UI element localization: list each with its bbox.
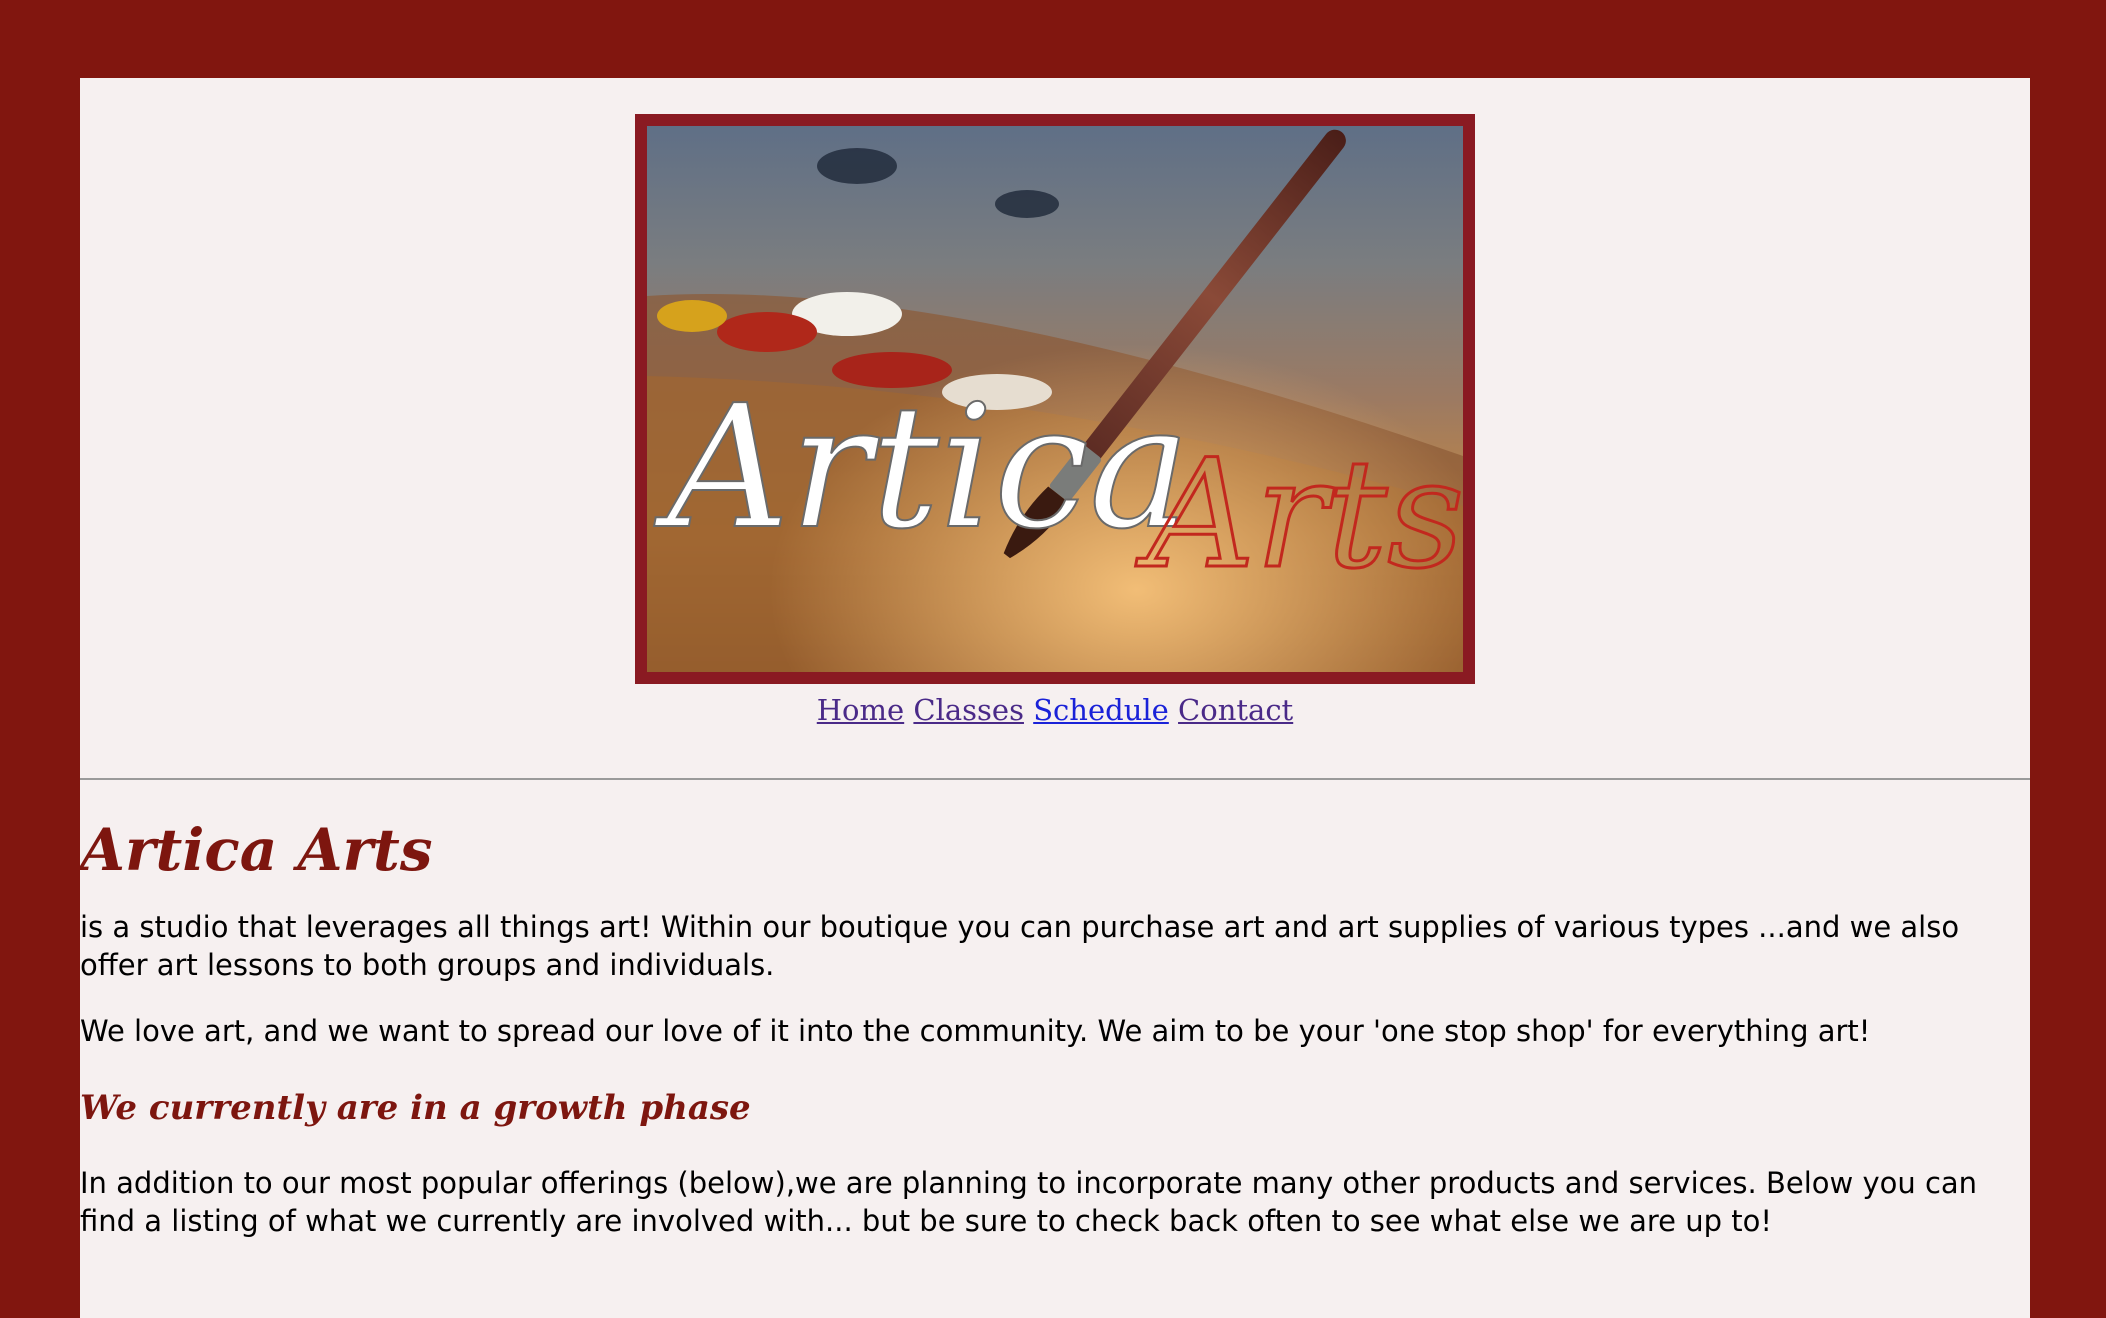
nav-link-contact[interactable]: Contact (1178, 693, 1293, 727)
nav-link-classes[interactable]: Classes (913, 693, 1024, 727)
mission-paragraph: We love art, and we want to spread our l… (80, 1014, 1871, 1048)
main-navigation: Home Classes Schedule Contact (80, 692, 2030, 728)
site-header: Artica Arts Home Classes Schedule Contac… (80, 78, 2030, 728)
page-title: Artica Arts (80, 816, 433, 884)
banner-image: Artica Arts (635, 114, 1475, 684)
intro-paragraph: is a studio that leverages all things ar… (80, 910, 1960, 982)
banner-logo-word-2: Arts (1135, 428, 1463, 602)
palette-paintbrush-image: Artica Arts (647, 126, 1463, 672)
growth-paragraph: In addition to our most popular offering… (80, 1166, 1978, 1238)
nav-link-schedule[interactable]: Schedule (1033, 693, 1169, 727)
header-divider (80, 778, 2030, 780)
page-content: Artica Arts Home Classes Schedule Contac… (80, 78, 2030, 1318)
growth-heading: We currently are in a growth phase (80, 1088, 751, 1128)
banner-logo-word-1: Artica (654, 369, 1190, 567)
nav-link-home[interactable]: Home (817, 693, 904, 727)
